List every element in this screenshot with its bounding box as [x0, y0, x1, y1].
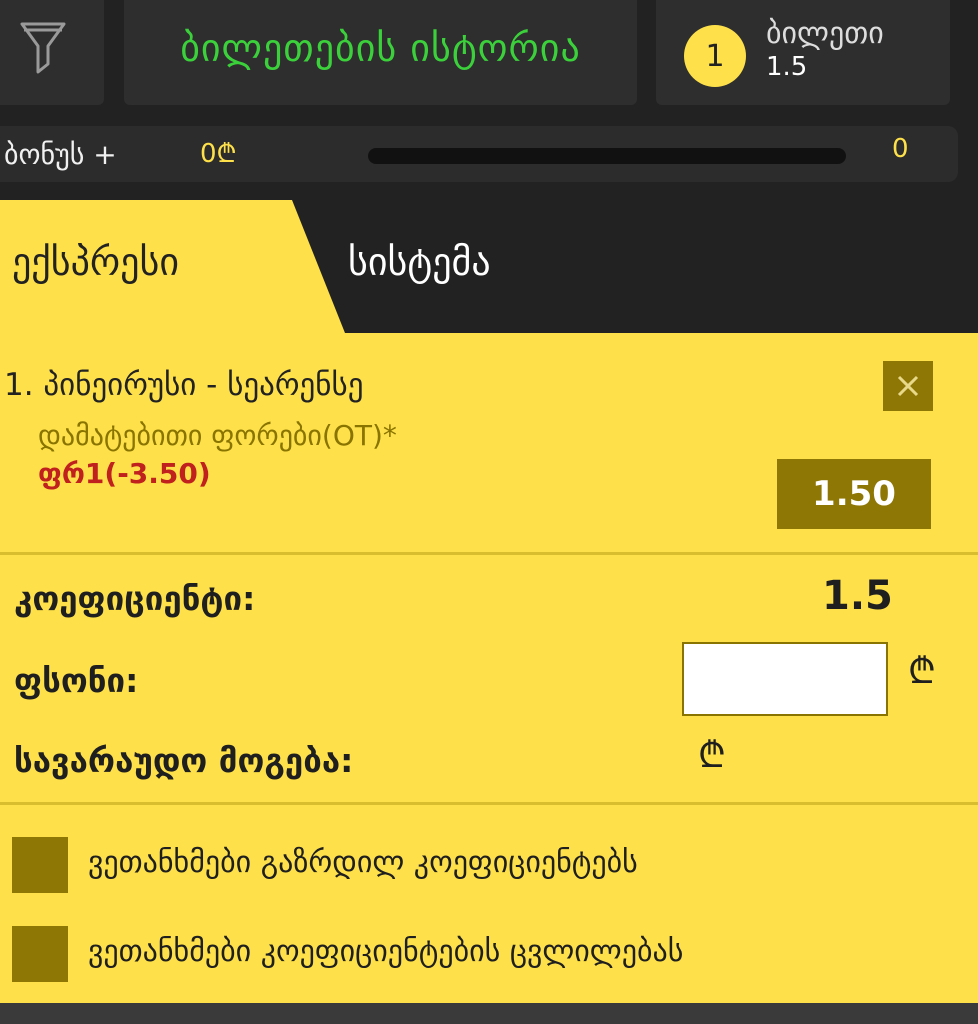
ticket-count-badge: 1	[684, 25, 746, 87]
remove-bet-button[interactable]	[883, 361, 933, 411]
option-label: ვეთანხმები კოეფიციენტების ცვლილებას	[88, 934, 684, 969]
ticket-history-title: ბილეთების ისტორია	[180, 25, 581, 70]
bonus-amount: 0₾	[200, 139, 237, 169]
market-name: დამატებითი ფორები(OT)*	[38, 419, 397, 452]
bet-type-tabs: ექსპრესი სისტემა	[0, 200, 978, 333]
filter-button[interactable]	[0, 0, 104, 105]
ticket-label: ბილეთი	[766, 16, 884, 51]
bonus-count: 0	[892, 134, 909, 164]
top-header: ბილეთების ისტორია 1 ბილეთი 1.5 ბონუს + 0…	[0, 0, 978, 200]
bonus-progress-track	[368, 148, 846, 164]
event-name: 1. პინეირუსი - სეარენსე	[4, 367, 364, 403]
ticket-history-button[interactable]: ბილეთების ისტორია	[124, 0, 637, 105]
coefficient-value: 1.5	[822, 573, 893, 619]
close-icon	[897, 375, 919, 397]
lari-icon: ₾	[698, 735, 726, 776]
potential-win-label: სავარაუდო მოგება:	[14, 741, 354, 780]
bonus-bar: ბონუს + 0₾ 0	[0, 126, 958, 182]
ticket-summary[interactable]: 1 ბილეთი 1.5	[656, 0, 950, 105]
coefficient-label: კოეფიციენტი:	[14, 579, 256, 618]
stake-label: ფსონი:	[14, 661, 139, 700]
bottom-bar	[0, 1003, 978, 1024]
bet-odds: 1.50	[777, 459, 931, 529]
tab-express-label: ექსპრესი	[12, 240, 179, 284]
bet-slip-panel: 1. პინეირუსი - სეარენსე დამატებითი ფორებ…	[0, 333, 978, 1003]
stake-input[interactable]	[682, 642, 888, 716]
divider	[0, 552, 978, 555]
ticket-odds: 1.5	[766, 52, 808, 82]
option-label: ვეთანხმები გაზრდილ კოეფიციენტებს	[88, 845, 638, 880]
selection-name: ფრ1(-3.50)	[38, 457, 211, 490]
bonus-label[interactable]: ბონუს +	[4, 138, 117, 171]
tab-express[interactable]: ექსპრესი	[0, 200, 345, 333]
tab-system[interactable]: სისტემა	[348, 240, 491, 284]
checkbox[interactable]	[12, 926, 68, 982]
checkbox[interactable]	[12, 837, 68, 893]
divider	[0, 802, 978, 805]
lari-icon: ₾	[908, 651, 936, 692]
filter-icon	[20, 22, 66, 74]
